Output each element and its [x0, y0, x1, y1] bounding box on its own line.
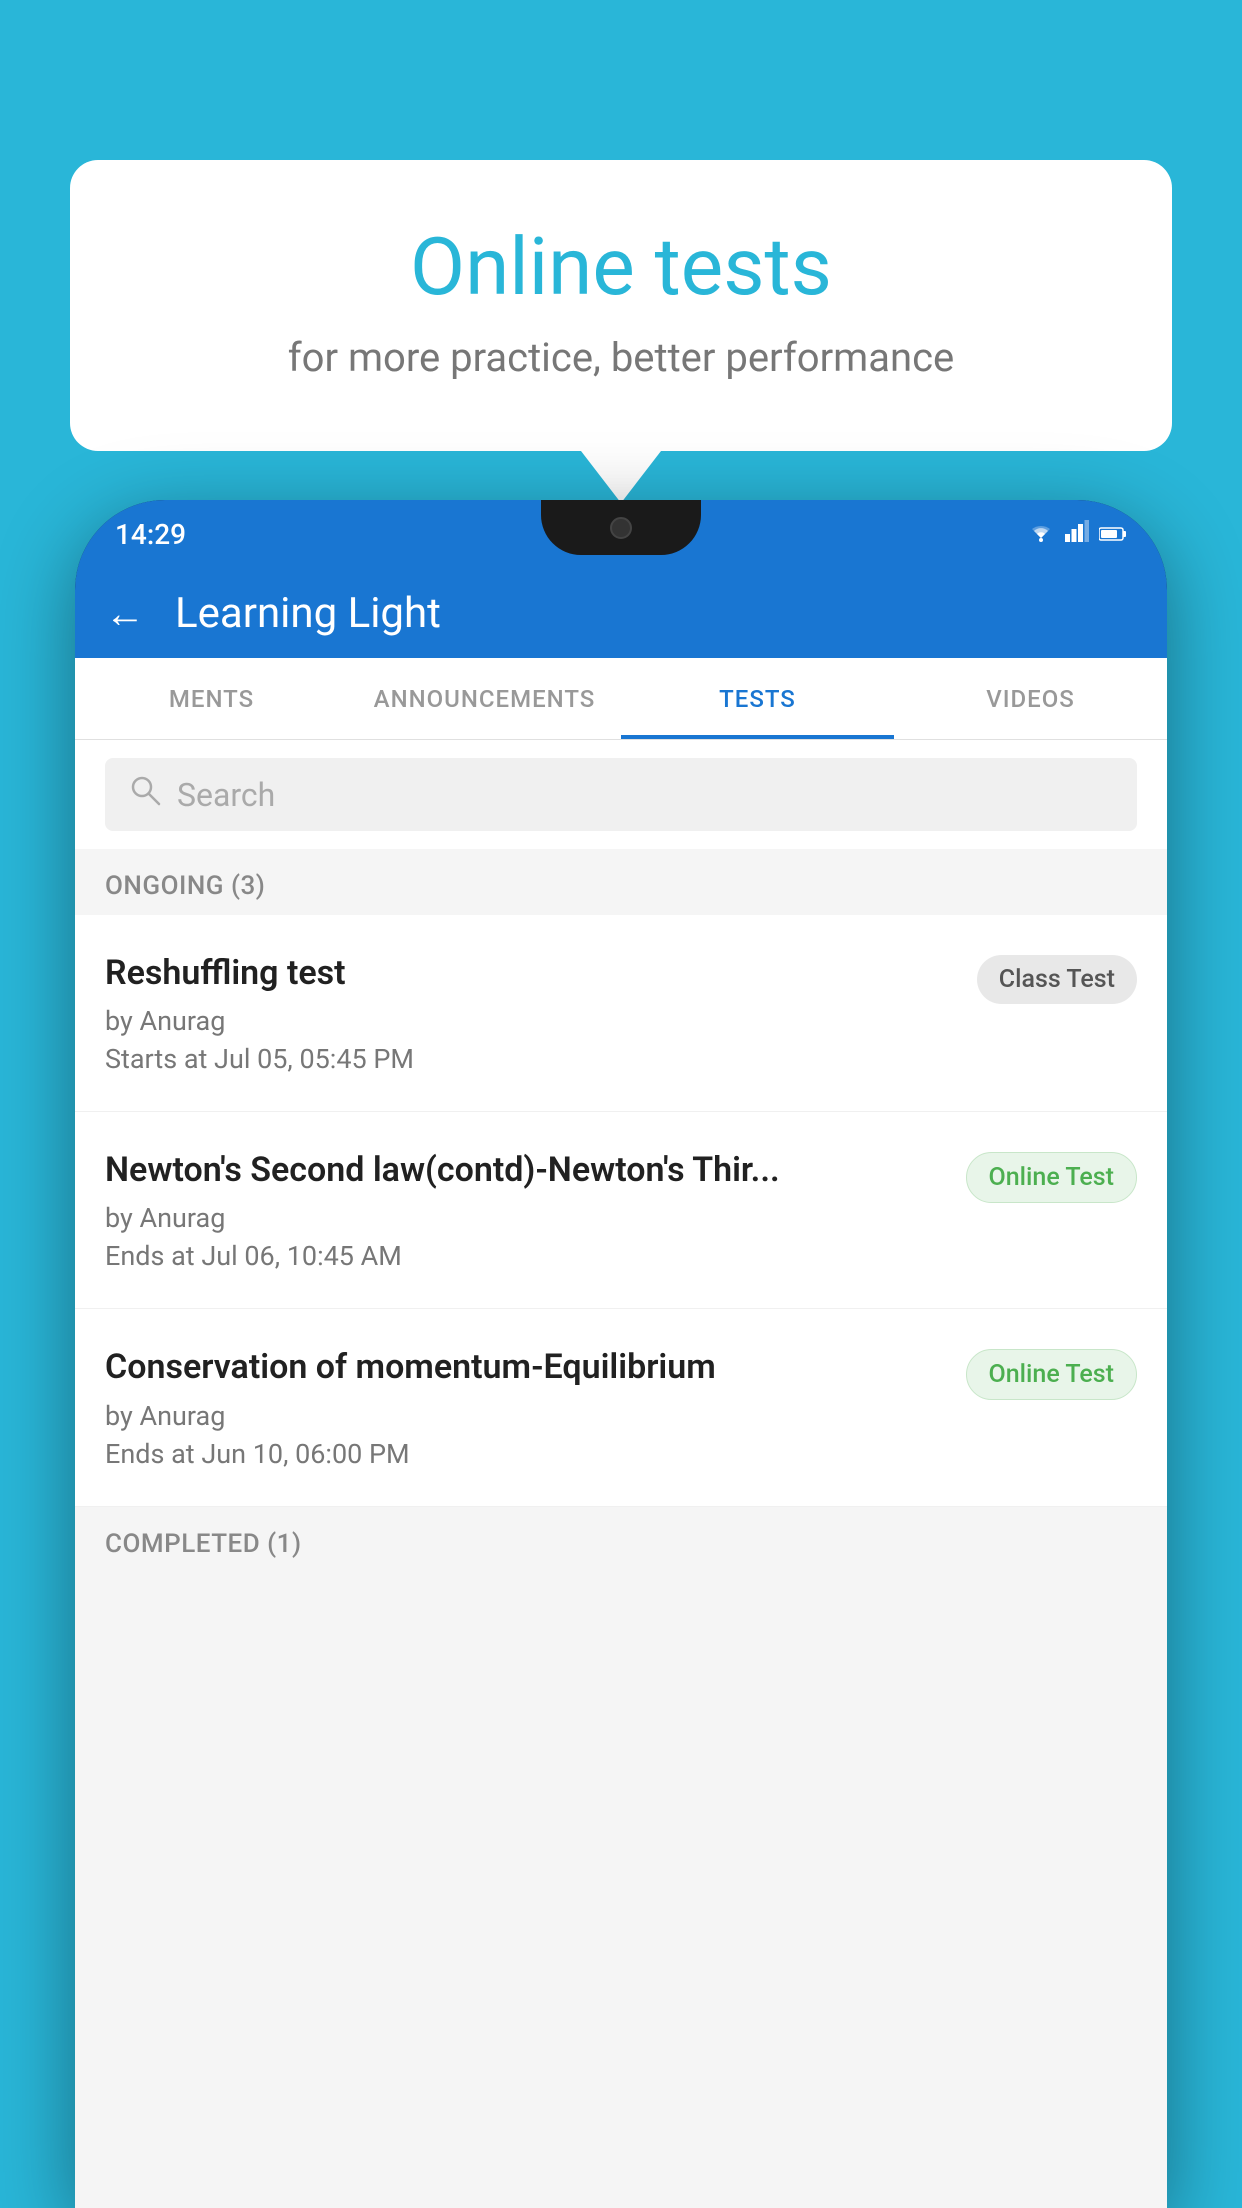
- search-bar: Search: [75, 740, 1167, 849]
- search-icon: [129, 774, 161, 815]
- test-badge-3: Online Test: [966, 1349, 1137, 1400]
- battery-icon: [1099, 520, 1127, 548]
- test-by-2: by Anurag: [105, 1202, 946, 1234]
- tab-tests[interactable]: TESTS: [621, 658, 894, 739]
- test-item-1[interactable]: Reshuffling test by Anurag Starts at Jul…: [75, 915, 1167, 1112]
- test-info-3: Conservation of momentum-Equilibrium by …: [105, 1345, 946, 1469]
- test-by-3: by Anurag: [105, 1400, 946, 1432]
- test-item-2[interactable]: Newton's Second law(contd)-Newton's Thir…: [75, 1112, 1167, 1309]
- phone-frame: 14:29: [75, 500, 1167, 2208]
- completed-section-header: COMPLETED (1): [75, 1507, 1167, 1573]
- phone-notch: [541, 500, 701, 555]
- status-icons: [1027, 520, 1127, 548]
- test-name-1: Reshuffling test: [105, 951, 957, 995]
- app-title: Learning Light: [175, 589, 441, 638]
- tab-videos[interactable]: VIDEOS: [894, 658, 1167, 739]
- test-list: Reshuffling test by Anurag Starts at Jul…: [75, 915, 1167, 1507]
- test-badge-2: Online Test: [966, 1152, 1137, 1203]
- phone-camera: [610, 517, 632, 539]
- search-input[interactable]: Search: [177, 776, 275, 814]
- test-item-3[interactable]: Conservation of momentum-Equilibrium by …: [75, 1309, 1167, 1506]
- test-badge-1: Class Test: [977, 955, 1137, 1004]
- signal-icon: [1065, 520, 1089, 548]
- speech-bubble: Online tests for more practice, better p…: [70, 160, 1172, 451]
- tabs-container: MENTS ANNOUNCEMENTS TESTS VIDEOS: [75, 658, 1167, 740]
- bubble-title: Online tests: [150, 220, 1092, 314]
- test-name-3: Conservation of momentum-Equilibrium: [105, 1345, 946, 1389]
- test-time-3: Ends at Jun 10, 06:00 PM: [105, 1438, 946, 1470]
- test-name-2: Newton's Second law(contd)-Newton's Thir…: [105, 1148, 946, 1192]
- status-time: 14:29: [115, 518, 186, 551]
- back-button[interactable]: ←: [105, 590, 145, 637]
- test-info-2: Newton's Second law(contd)-Newton's Thir…: [105, 1148, 946, 1272]
- test-time-1: Starts at Jul 05, 05:45 PM: [105, 1043, 957, 1075]
- app-header: ← Learning Light: [75, 568, 1167, 658]
- test-time-2: Ends at Jul 06, 10:45 AM: [105, 1240, 946, 1272]
- test-by-1: by Anurag: [105, 1005, 957, 1037]
- search-input-wrap[interactable]: Search: [105, 758, 1137, 831]
- test-info-1: Reshuffling test by Anurag Starts at Jul…: [105, 951, 957, 1075]
- phone-screen: Search ONGOING (3) Reshuffling test by A…: [75, 740, 1167, 2208]
- wifi-icon: [1027, 520, 1055, 548]
- tab-announcements[interactable]: ANNOUNCEMENTS: [348, 658, 621, 739]
- bubble-subtitle: for more practice, better performance: [150, 334, 1092, 381]
- tab-ments[interactable]: MENTS: [75, 658, 348, 739]
- status-bar: 14:29: [75, 500, 1167, 568]
- ongoing-section-header: ONGOING (3): [75, 849, 1167, 915]
